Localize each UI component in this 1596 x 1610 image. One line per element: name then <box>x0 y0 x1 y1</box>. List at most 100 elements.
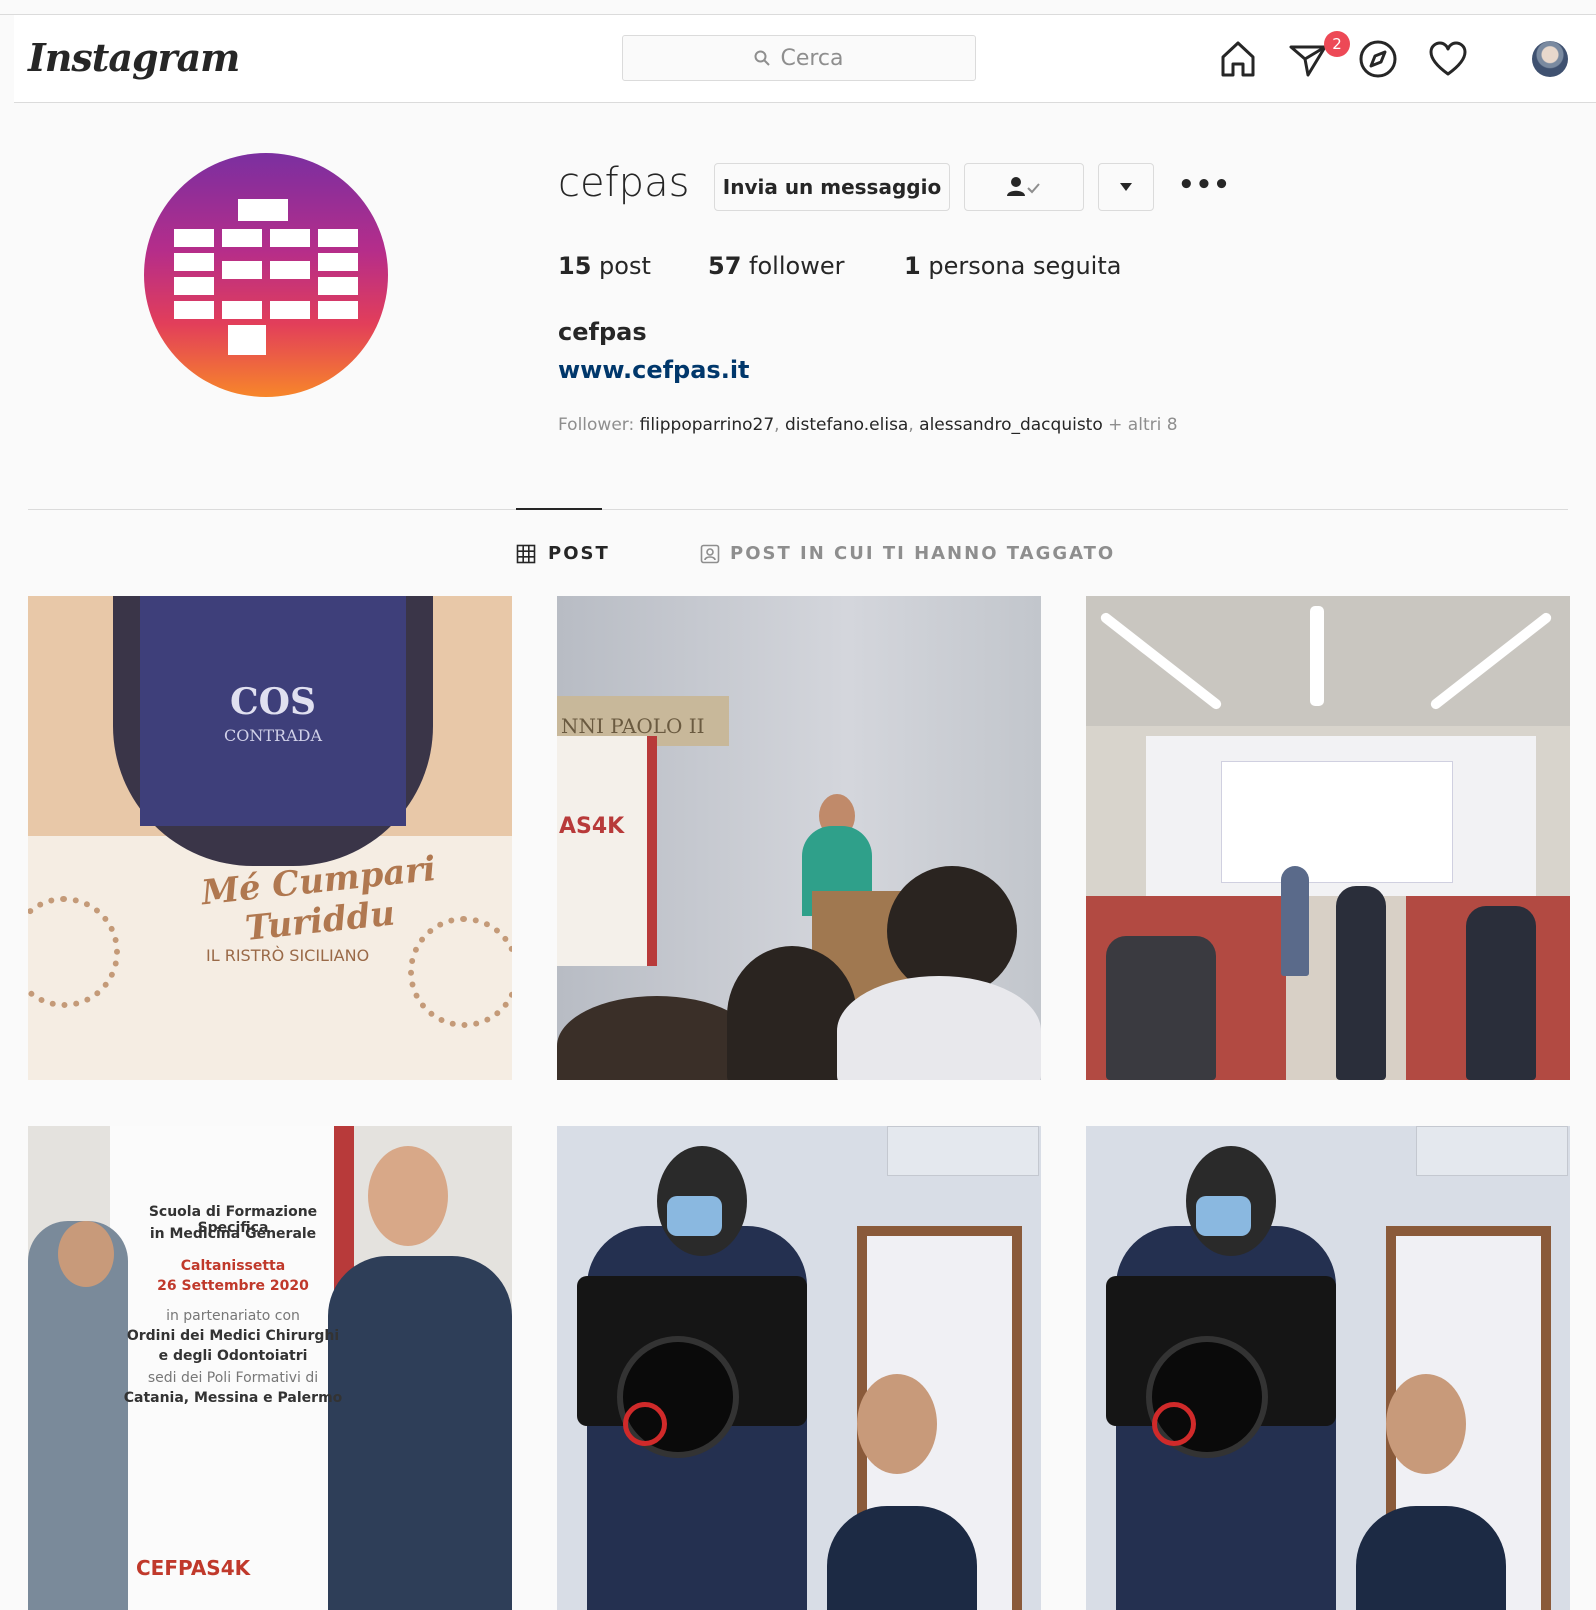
logo-block <box>222 301 262 319</box>
heart-icon[interactable] <box>1426 37 1470 81</box>
profile-picture[interactable] <box>144 153 388 397</box>
suggestions-dropdown-button[interactable] <box>1098 163 1154 211</box>
audience <box>837 976 1041 1080</box>
logo-block <box>174 229 214 247</box>
caret-down-icon <box>1120 183 1132 191</box>
post-thumbnail-camera-operator[interactable] <box>1086 1126 1570 1610</box>
seated-man-head <box>1386 1374 1466 1474</box>
followers-stat[interactable]: 57 follower <box>708 252 844 280</box>
more-options-button[interactable]: ••• <box>1178 170 1231 200</box>
wine-brand-text: COS <box>229 681 316 723</box>
following-count: 1 <box>904 252 921 280</box>
send-message-button[interactable]: Invia un messaggio <box>714 163 950 211</box>
posts-stat: 15 post <box>558 252 651 280</box>
banner-title: in Medicina Generale <box>149 1226 317 1242</box>
post-thumbnail-camera-operator[interactable] <box>557 1126 1041 1610</box>
air-conditioner <box>887 1126 1039 1176</box>
banner-text: sedi dei Poli Formativi di <box>147 1370 319 1386</box>
instagram-logo[interactable]: Instagram <box>28 35 240 80</box>
face-mask <box>667 1196 722 1236</box>
attendee <box>1466 906 1536 1080</box>
home-icon[interactable] <box>1216 37 1260 81</box>
follower-name[interactable]: alessandro_dacquisto <box>919 415 1103 435</box>
tab-posts[interactable]: POST <box>516 543 610 564</box>
projected-slide <box>1221 761 1453 883</box>
attendee <box>1281 866 1309 976</box>
person-head <box>368 1146 448 1246</box>
profile-username: cefpas <box>558 160 690 206</box>
logo-block <box>174 301 214 319</box>
following-button[interactable] <box>964 163 1084 211</box>
seated-man <box>827 1506 977 1610</box>
followed-by[interactable]: Follower: filippoparrino27, distefano.el… <box>558 415 1178 435</box>
banner-text: Catania, Messina e Palermo <box>123 1390 343 1406</box>
logo-block <box>174 253 214 271</box>
profile-full-name: cefpas <box>558 318 647 346</box>
attendee <box>1106 936 1216 1080</box>
air-conditioner <box>1416 1126 1568 1176</box>
banner-date: 26 Settembre 2020 <box>157 1278 309 1294</box>
rollup-banner <box>557 736 657 966</box>
logo-block <box>318 277 358 295</box>
post-thumbnail-banner[interactable]: Scuola di Formazione Specifica in Medici… <box>28 1126 512 1610</box>
user-avatar[interactable] <box>1532 41 1568 77</box>
search-icon <box>754 50 771 66</box>
direct-badge: 2 <box>1324 31 1350 57</box>
grid-icon <box>516 544 536 563</box>
banner-city: Caltanissetta <box>180 1258 286 1274</box>
active-tab-indicator <box>516 508 602 510</box>
post-thumbnail-conference-hall[interactable] <box>1086 596 1570 1080</box>
seated-man <box>1356 1506 1506 1610</box>
user-check-icon <box>1007 177 1040 196</box>
wine-label-text: CONTRADA <box>223 726 322 745</box>
follower-name[interactable]: filippoparrino27 <box>640 415 775 435</box>
banner-text: e degli Odontoiatri <box>158 1348 308 1364</box>
lens-ring <box>623 1402 667 1446</box>
following-label: persona seguita <box>928 252 1122 280</box>
logo-block <box>238 199 288 221</box>
posts-count: 15 <box>558 252 592 280</box>
lace-pattern <box>408 916 512 1028</box>
top-navbar: Instagram Cerca 2 <box>14 15 1596 103</box>
following-stat[interactable]: 1 persona seguita <box>904 252 1121 280</box>
seated-man-head <box>857 1374 937 1474</box>
tagged-user-icon <box>700 544 720 563</box>
logo-block <box>228 325 266 355</box>
posts-label: post <box>599 252 651 280</box>
rollup-banner <box>110 1126 354 1610</box>
followers-label: follower <box>749 252 845 280</box>
ceiling-light <box>1310 606 1324 706</box>
follower-name[interactable]: distefano.elisa <box>785 415 908 435</box>
explore-icon[interactable] <box>1356 37 1400 81</box>
logo-block <box>318 229 358 247</box>
attendee <box>1336 886 1386 1080</box>
banner-text: AS4K <box>559 814 625 839</box>
logo-block <box>270 261 310 279</box>
followed-by-suffix: + altri 8 <box>1108 415 1178 435</box>
tabs-divider <box>28 509 1568 510</box>
profile-website-link[interactable]: www.cefpas.it <box>558 356 750 384</box>
person-head <box>58 1221 114 1287</box>
search-input[interactable]: Cerca <box>622 35 976 81</box>
post-thumbnail-speaker[interactable]: NNI PAOLO II AS4K <box>557 596 1041 1080</box>
logo-block <box>174 277 214 295</box>
logo-block <box>318 253 358 271</box>
logo-block <box>222 261 262 279</box>
tab-posts-label: POST <box>548 543 610 564</box>
tab-tagged[interactable]: POST IN CUI TI HANNO TAGGATO <box>700 543 1115 564</box>
followed-by-prefix: Follower: <box>558 415 635 435</box>
person <box>328 1256 512 1610</box>
search-placeholder: Cerca <box>780 45 844 71</box>
banner-text: in partenariato con <box>166 1308 300 1324</box>
tab-tagged-label: POST IN CUI TI HANNO TAGGATO <box>730 543 1116 564</box>
post-thumbnail-wine[interactable]: COS CONTRADA Mé Cumpari Turiddu IL RISTR… <box>28 596 512 1080</box>
logo-block <box>270 301 310 319</box>
banner-text: Ordini dei Medici Chirurghi <box>126 1328 340 1344</box>
logo-block <box>222 229 262 247</box>
logo-block <box>270 229 310 247</box>
banner-brand: CEFPAS4K <box>136 1556 251 1580</box>
followers-count: 57 <box>708 252 742 280</box>
face-mask <box>1196 1196 1251 1236</box>
logo-block <box>318 301 358 319</box>
restaurant-subtitle: IL RISTRÒ SICILIANO <box>206 946 370 965</box>
